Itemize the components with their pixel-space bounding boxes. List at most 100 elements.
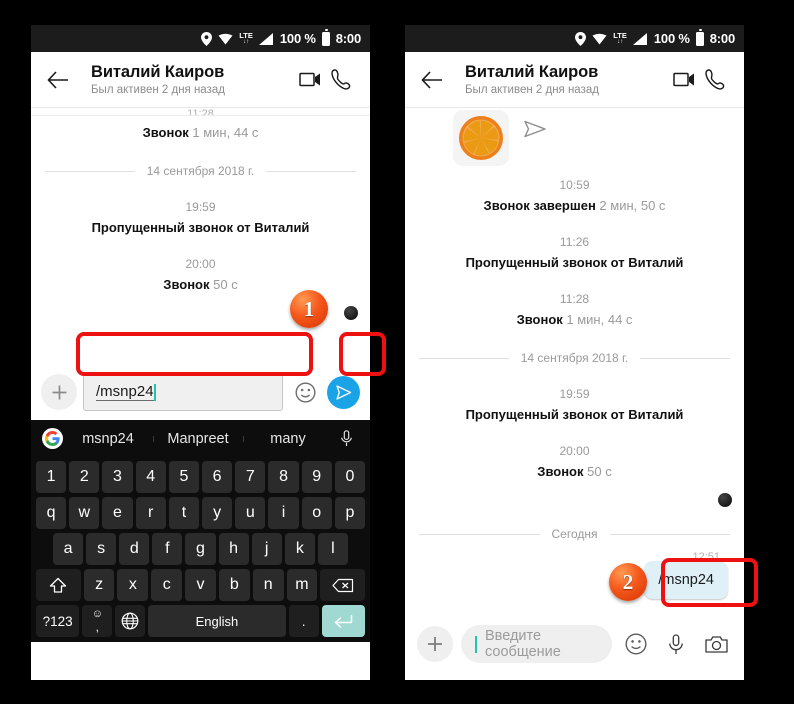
shift-up-arrow-icon[interactable] <box>36 569 81 601</box>
orange-slice-sticker[interactable] <box>453 110 509 166</box>
send-button[interactable] <box>327 375 360 409</box>
suggestion-item[interactable]: many <box>243 431 333 447</box>
key-k[interactable]: k <box>284 533 315 565</box>
status-bar-left: LTE ↓↑ 100 % 8:00 <box>31 25 370 52</box>
key-e[interactable]: e <box>102 497 133 529</box>
keyboard-row-qwerty[interactable]: q w e r t y u i o p <box>33 497 368 529</box>
battery-percent-label: 100 % <box>279 31 316 46</box>
key-y[interactable]: y <box>202 497 233 529</box>
battery-percent-label: 100 % <box>653 31 690 46</box>
clipped-timestamp: 11:28 <box>187 108 214 115</box>
key-a[interactable]: a <box>53 533 84 565</box>
message-input-field[interactable]: Введите сообщение <box>461 625 612 663</box>
typed-text: /msnp24 <box>96 382 154 402</box>
key-s[interactable]: s <box>86 533 117 565</box>
key-i[interactable]: i <box>268 497 299 529</box>
key-t[interactable]: t <box>168 497 200 529</box>
phone-call-icon[interactable] <box>700 65 730 95</box>
key-b[interactable]: b <box>218 569 250 601</box>
key-n[interactable]: n <box>252 569 284 601</box>
input-placeholder: Введите сообщение <box>485 628 561 660</box>
missed-call-message: Пропущенный звонок от Виталий <box>91 220 310 235</box>
phone-panel-left: LTE ↓↑ 100 % 8:00 Виталий Каиров Был акт… <box>31 25 370 680</box>
day-label: 14 сентября 2018 г. <box>520 351 629 365</box>
phone-call-icon[interactable] <box>326 65 356 95</box>
chat-body-right[interactable]: 10:59 Звонок завершен 2 мин, 50 с 11:26 … <box>405 108 744 612</box>
location-pin-icon <box>201 31 213 46</box>
symbols-key[interactable]: ?123 <box>36 605 80 637</box>
app-header-left: Виталий Каиров Был активен 2 дня назад <box>31 52 370 108</box>
composer-right: Введите сообщение <box>405 612 744 676</box>
key-r[interactable]: r <box>135 497 166 529</box>
keyboard-row-numbers[interactable]: 1 2 3 4 5 6 7 8 9 0 <box>33 461 368 493</box>
enter-return-icon[interactable] <box>321 605 365 637</box>
microphone-icon[interactable] <box>660 628 692 660</box>
key-6[interactable]: 6 <box>202 461 233 493</box>
message-timestamp: 11:26 <box>559 235 590 249</box>
message-timestamp: 20:00 <box>559 444 590 458</box>
key-q[interactable]: q <box>36 497 67 529</box>
video-call-icon[interactable] <box>670 65 700 95</box>
key-f[interactable]: f <box>152 533 183 565</box>
back-arrow-icon[interactable] <box>417 65 447 95</box>
key-0[interactable]: 0 <box>334 461 366 493</box>
outgoing-message-bubble[interactable]: /msnp24 <box>644 561 728 599</box>
key-1[interactable]: 1 <box>36 461 67 493</box>
outgoing-message-row: /msnp24 <box>405 561 744 599</box>
chat-body-left[interactable]: 11:28 Звонок 1 мин, 44 с 14 сентября 201… <box>31 108 370 364</box>
video-call-icon[interactable] <box>296 65 326 95</box>
key-x[interactable]: x <box>117 569 149 601</box>
key-d[interactable]: d <box>119 533 150 565</box>
key-j[interactable]: j <box>251 533 282 565</box>
message-timestamp: 19:59 <box>185 200 216 214</box>
separator-line <box>419 357 509 359</box>
keyboard-row-asdf[interactable]: a s d f g h j k l <box>33 533 368 565</box>
key-v[interactable]: v <box>185 569 216 601</box>
keyboard-row-bottom[interactable]: ?123 ☺ , English . <box>33 605 368 637</box>
key-w[interactable]: w <box>69 497 100 529</box>
language-globe-icon[interactable] <box>115 605 146 637</box>
call-event-message: Звонок завершен 2 мин, 50 с <box>483 198 666 213</box>
camera-icon[interactable] <box>700 628 732 660</box>
key-u[interactable]: u <box>235 497 266 529</box>
suggestion-item[interactable]: msnp24 <box>63 431 153 447</box>
voice-input-icon[interactable] <box>333 430 359 447</box>
add-attachment-icon[interactable] <box>41 374 77 410</box>
call-event-message: Звонок 1 мин, 44 с <box>142 125 259 140</box>
key-8[interactable]: 8 <box>268 461 299 493</box>
key-m[interactable]: m <box>286 569 318 601</box>
avatar-row <box>405 493 744 507</box>
virtual-keyboard[interactable]: msnp24 Manpreet many 1 2 3 4 5 6 7 8 9 0 <box>31 420 370 642</box>
key-4[interactable]: 4 <box>135 461 166 493</box>
emoji-comma-key[interactable]: ☺ , <box>82 605 113 637</box>
period-key[interactable]: . <box>288 605 319 637</box>
key-o[interactable]: o <box>301 497 332 529</box>
key-2[interactable]: 2 <box>69 461 100 493</box>
message-timestamp: 11:28 <box>559 292 590 306</box>
back-arrow-icon[interactable] <box>43 65 73 95</box>
key-5[interactable]: 5 <box>168 461 200 493</box>
avatar <box>718 493 732 507</box>
key-z[interactable]: z <box>83 569 115 601</box>
keyboard-row-zxcv[interactable]: z x c v b n m <box>33 569 368 601</box>
text-caret <box>475 635 477 653</box>
emoji-smiley-icon[interactable] <box>620 628 652 660</box>
key-c[interactable]: c <box>151 569 183 601</box>
suggestion-bar[interactable]: msnp24 Manpreet many <box>33 420 368 457</box>
emoji-smiley-icon[interactable] <box>289 376 321 408</box>
key-g[interactable]: g <box>185 533 216 565</box>
key-p[interactable]: p <box>334 497 366 529</box>
space-key[interactable]: English <box>148 605 286 637</box>
key-h[interactable]: h <box>218 533 249 565</box>
sent-message-timestamp: 12:51 <box>692 551 720 558</box>
message-input-field[interactable]: /msnp24 <box>83 373 283 411</box>
key-9[interactable]: 9 <box>301 461 332 493</box>
key-l[interactable]: l <box>317 533 348 565</box>
suggestion-item[interactable]: Manpreet <box>153 431 243 447</box>
key-7[interactable]: 7 <box>235 461 266 493</box>
backspace-delete-icon[interactable] <box>320 569 366 601</box>
app-header-right: Виталий Каиров Был активен 2 дня назад <box>405 52 744 108</box>
key-3[interactable]: 3 <box>102 461 133 493</box>
add-attachment-icon[interactable] <box>417 626 453 662</box>
forward-arrow-icon[interactable] <box>523 120 547 143</box>
